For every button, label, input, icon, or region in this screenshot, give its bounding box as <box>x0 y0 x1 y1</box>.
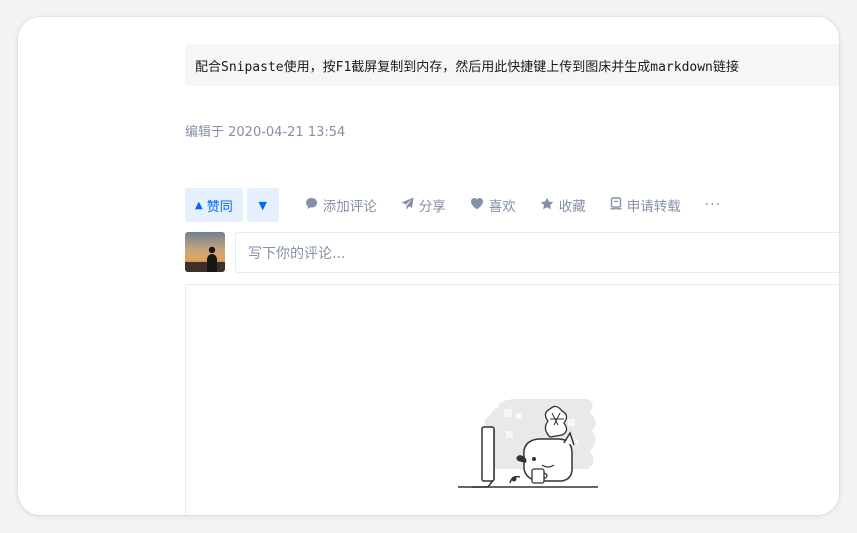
reprint-label: 申请转载 <box>626 199 681 215</box>
vote-down-button[interactable]: ▼ <box>246 188 279 222</box>
avatar-image <box>185 232 225 272</box>
comment-input-placeholder: 写下你的评论... <box>248 245 346 262</box>
comment-empty-panel <box>185 284 839 515</box>
share-label: 分享 <box>418 199 446 215</box>
triangle-down-icon: ▼ <box>258 198 267 212</box>
like-label: 喜欢 <box>488 199 516 215</box>
share-button[interactable]: 分享 <box>401 195 446 215</box>
favorite-button[interactable]: 收藏 <box>540 195 586 215</box>
app-window: 配合Snipaste使用，按F1截屏复制到内存，然后用此快捷键上传到图床并生成m… <box>18 17 839 515</box>
heart-icon <box>470 197 484 214</box>
user-avatar[interactable] <box>185 232 225 272</box>
vote-up-label: 赞同 <box>206 199 233 215</box>
triangle-up-icon: ▲ <box>195 199 203 211</box>
more-actions-button[interactable]: ··· <box>705 197 721 213</box>
like-button[interactable]: 喜欢 <box>470 195 516 215</box>
answer-action-bar: ▲ 赞同 ▼ 添加评论 分享 喜欢 收藏 申请转载 ··· <box>185 188 721 222</box>
vote-up-button[interactable]: ▲ 赞同 <box>185 188 243 222</box>
code-block: 配合Snipaste使用，按F1截屏复制到内存，然后用此快捷键上传到图床并生成m… <box>185 44 839 86</box>
edit-timestamp: 编辑于 2020-04-21 13:54 <box>185 125 346 140</box>
favorite-label: 收藏 <box>558 199 586 215</box>
empty-comments-illustration <box>458 399 603 494</box>
code-text: 配合Snipaste使用，按F1截屏复制到内存，然后用此快捷键上传到图床并生成m… <box>195 59 739 75</box>
reprint-request-button[interactable]: 申请转载 <box>610 195 681 215</box>
add-comment-button[interactable]: 添加评论 <box>305 195 377 215</box>
comment-bubble-icon <box>305 197 318 214</box>
print-icon <box>610 196 622 214</box>
comment-input[interactable]: 写下你的评论... <box>235 232 839 273</box>
add-comment-label: 添加评论 <box>322 199 377 215</box>
paper-plane-icon <box>401 197 414 214</box>
star-icon <box>540 197 554 214</box>
